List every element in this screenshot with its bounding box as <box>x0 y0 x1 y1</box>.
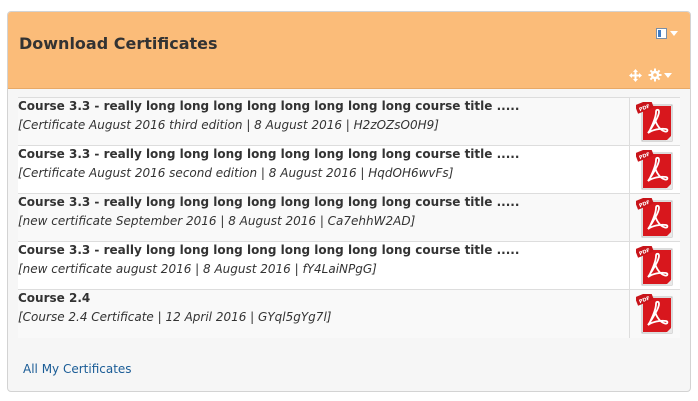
block-content: Course 3.3 - really long long long long … <box>18 97 680 338</box>
course-title: Course 3.3 - really long long long long … <box>18 99 520 113</box>
pdf-download-icon[interactable]: PDF <box>636 198 674 238</box>
table-row: Course 3.3 - really long long long long … <box>18 193 680 242</box>
certificate-info-cell: Course 3.3 - really long long long long … <box>18 97 630 146</box>
certificate-details: [Course 2.4 Certificate | 12 April 2016 … <box>18 310 332 324</box>
certificate-download-cell: PDF <box>629 145 680 194</box>
chevron-down-icon <box>670 31 678 36</box>
pdf-download-icon[interactable]: PDF <box>636 102 674 142</box>
table-row: Course 3.3 - really long long long long … <box>18 97 680 146</box>
chevron-down-icon <box>664 72 672 78</box>
download-certificates-block: Download Certificates Course 3.3 - reall… <box>7 11 691 392</box>
block-title: Download Certificates <box>19 34 218 53</box>
certificate-download-cell: PDF <box>629 97 680 146</box>
dock-icon <box>656 28 667 39</box>
certificate-info-cell: Course 3.3 - really long long long long … <box>18 145 630 194</box>
certificate-details: [new certificate September 2016 | 8 Augu… <box>18 214 416 228</box>
course-title: Course 3.3 - really long long long long … <box>18 195 520 209</box>
certificate-info-cell: Course 3.3 - really long long long long … <box>18 241 630 290</box>
pdf-download-icon[interactable]: PDF <box>636 150 674 190</box>
certificate-download-cell: PDF <box>629 241 680 290</box>
move-icon[interactable] <box>629 69 642 82</box>
certificate-details: [new certificate august 2016 | 8 August … <box>18 262 377 276</box>
pdf-download-icon[interactable]: PDF <box>636 246 674 286</box>
block-settings-control[interactable] <box>648 68 672 82</box>
gear-icon <box>648 68 662 82</box>
certificate-download-cell: PDF <box>629 193 680 242</box>
certificate-details: [Certificate August 2016 third edition |… <box>18 118 439 132</box>
table-row: Course 3.3 - really long long long long … <box>18 241 680 290</box>
table-row: Course 2.4 [Course 2.4 Certificate | 12 … <box>18 289 680 338</box>
block-header: Download Certificates <box>8 12 690 89</box>
course-title: Course 3.3 - really long long long long … <box>18 243 520 257</box>
all-my-certificates-link[interactable]: All My Certificates <box>23 362 132 376</box>
certificate-details: [Certificate August 2016 second edition … <box>18 166 454 180</box>
course-title: Course 2.4 <box>18 291 91 305</box>
course-title: Course 3.3 - really long long long long … <box>18 147 520 161</box>
pdf-download-icon[interactable]: PDF <box>636 294 674 334</box>
table-row: Course 3.3 - really long long long long … <box>18 145 680 194</box>
certificate-table: Course 3.3 - really long long long long … <box>18 97 680 338</box>
dock-block-control[interactable] <box>656 28 678 39</box>
certificate-info-cell: Course 2.4 [Course 2.4 Certificate | 12 … <box>18 289 630 338</box>
certificate-info-cell: Course 3.3 - really long long long long … <box>18 193 630 242</box>
certificate-download-cell: PDF <box>629 289 680 338</box>
